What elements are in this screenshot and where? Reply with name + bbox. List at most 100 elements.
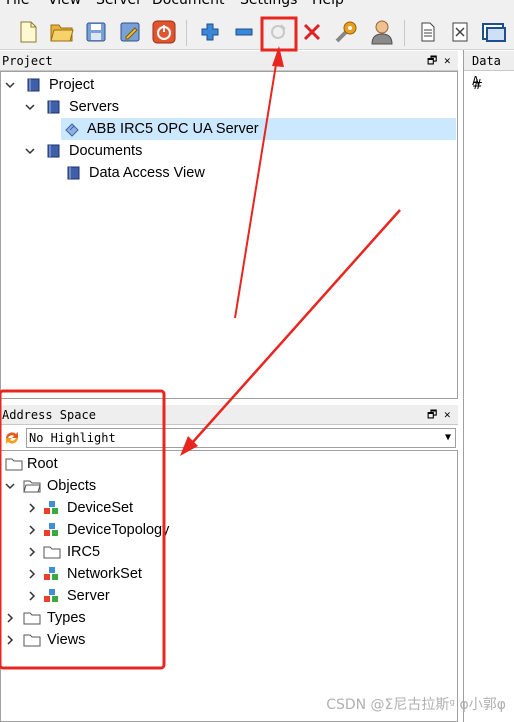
highlight-value: No Highlight — [29, 431, 116, 445]
tree-node-project[interactable]: Project — [5, 74, 445, 96]
tree-label: Server — [67, 588, 110, 604]
chevron-right-icon[interactable] — [27, 503, 37, 513]
tree-label: NetworkSet — [67, 566, 142, 582]
disconnect-icon — [303, 23, 321, 41]
open-button[interactable] — [48, 18, 76, 46]
dropdown-arrow-icon[interactable]: ▼ — [445, 429, 451, 447]
new-button[interactable] — [14, 18, 42, 46]
server-plug-icon — [65, 123, 79, 137]
tree-node-deviceset[interactable]: DeviceSet — [27, 497, 447, 519]
float-icon[interactable]: 🗗 — [427, 51, 437, 71]
menu-document[interactable]: Document — [152, 0, 225, 8]
object-blocks-icon — [44, 501, 58, 514]
tree-node-types[interactable]: Types — [5, 607, 445, 629]
chevron-down-icon[interactable] — [25, 146, 35, 156]
connect-button[interactable] — [264, 18, 292, 46]
connect-icon — [271, 24, 286, 39]
tree-node-devicetopology[interactable]: DeviceTopology — [27, 519, 447, 541]
project-title-text: Project — [2, 54, 53, 68]
tree-label: Servers — [69, 99, 119, 115]
object-blocks-icon — [44, 523, 58, 536]
tree-node-objects[interactable]: Objects — [5, 475, 445, 497]
folder-icon — [5, 458, 23, 471]
chevron-right-icon[interactable] — [5, 613, 15, 623]
menu-file[interactable]: File — [6, 0, 29, 8]
save-button[interactable] — [82, 18, 110, 46]
new-document-icon — [20, 21, 37, 43]
float-icon[interactable]: 🗗 — [427, 405, 437, 425]
chevron-down-icon[interactable] — [25, 102, 35, 112]
tree-label: Data Access View — [89, 165, 205, 181]
chevron-down-icon[interactable] — [5, 80, 15, 90]
address-panel-title: Address Space 🗗 ✕ — [0, 405, 458, 425]
close-x-icon — [452, 22, 468, 42]
project-tree: Project Servers ABB IRC5 OPC UA Server D… — [0, 71, 458, 399]
open-folder-icon — [50, 24, 74, 42]
tree-label: DeviceSet — [67, 500, 134, 516]
book-icon — [47, 100, 60, 114]
tree-node-documents[interactable]: Documents — [25, 140, 445, 162]
edit-button[interactable] — [116, 18, 144, 46]
tree-label: Views — [47, 632, 86, 648]
tree-node-networkset[interactable]: NetworkSet — [27, 563, 447, 585]
folder-icon — [23, 634, 41, 647]
document-button[interactable] — [414, 18, 442, 46]
project-panel-title: Project 🗗 ✕ — [0, 51, 458, 71]
close-icon[interactable]: ✕ — [444, 51, 451, 71]
remove-button[interactable] — [230, 18, 258, 46]
tree-label: Objects — [47, 478, 97, 494]
tree-label: Project — [49, 77, 95, 93]
close-icon[interactable]: ✕ — [444, 405, 451, 425]
tree-node-abb-server[interactable]: ABB IRC5 OPC UA Server — [61, 118, 456, 140]
user-button[interactable] — [368, 18, 396, 46]
menu-server[interactable]: Server — [96, 0, 142, 8]
tree-node-irc5[interactable]: IRC5 — [27, 541, 447, 563]
chevron-right-icon[interactable] — [27, 547, 37, 557]
tree-node-views[interactable]: Views — [5, 629, 445, 651]
folder-icon — [23, 612, 41, 625]
book-icon — [47, 144, 60, 158]
chevron-down-icon[interactable] — [5, 481, 15, 491]
tree-label: IRC5 — [67, 544, 101, 560]
remove-icon — [235, 28, 253, 36]
highlight-select[interactable]: No Highlight ▼ — [26, 428, 456, 448]
tree-node-servers[interactable]: Servers — [25, 96, 445, 118]
chevron-right-icon[interactable] — [27, 525, 37, 535]
menu-view[interactable]: View — [48, 0, 81, 8]
tree-label: Documents — [69, 143, 143, 159]
close-doc-button[interactable] — [446, 18, 474, 46]
power-icon — [152, 20, 176, 44]
window-icon — [482, 23, 506, 42]
add-button[interactable] — [196, 18, 224, 46]
chevron-right-icon[interactable] — [27, 591, 37, 601]
address-title-text: Address Space — [2, 408, 96, 422]
disconnect-button[interactable] — [298, 18, 326, 46]
menu-settings[interactable]: Settings — [240, 0, 297, 8]
toolbar — [0, 8, 514, 50]
menu-help[interactable]: Help — [312, 0, 344, 8]
data-access-panel: Data A # — [463, 50, 514, 722]
window-button[interactable] — [480, 18, 508, 46]
folder-open-icon — [23, 480, 41, 493]
document-icon — [421, 22, 435, 42]
tree-node-root[interactable]: Root — [5, 453, 445, 475]
chevron-right-icon[interactable] — [27, 569, 37, 579]
edit-icon — [120, 22, 140, 42]
watermark: CSDN @Σ尼古拉斯ᵍ φ小郭φ — [326, 697, 506, 713]
menu-bar: File View Server Document Settings Help — [0, 0, 514, 8]
book-icon — [27, 78, 40, 92]
address-tree: Root Objects DeviceSet DeviceTopology IR… — [0, 450, 458, 722]
chevron-right-icon[interactable] — [5, 635, 15, 645]
tree-node-server[interactable]: Server — [27, 585, 447, 607]
book-icon — [67, 166, 80, 180]
column-header-hash[interactable]: # — [472, 78, 483, 93]
tree-label: Root — [27, 456, 58, 472]
tree-node-data-access-view[interactable]: Data Access View — [65, 162, 445, 184]
tree-label: DeviceTopology — [67, 522, 170, 538]
object-blocks-icon — [44, 567, 58, 580]
settings-button[interactable] — [332, 18, 360, 46]
settings-wrench-icon — [335, 21, 357, 43]
power-button[interactable] — [150, 18, 178, 46]
refresh-icon[interactable] — [3, 429, 21, 447]
add-icon — [201, 23, 219, 41]
